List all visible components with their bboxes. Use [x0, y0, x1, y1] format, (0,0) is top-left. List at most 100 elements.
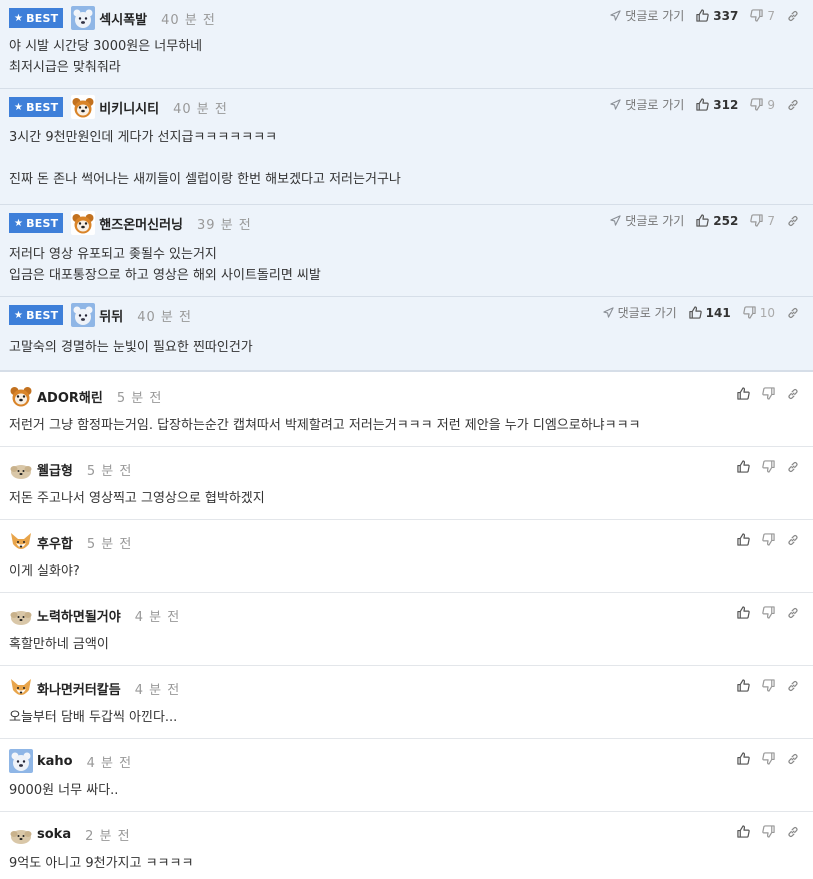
best-label: BEST: [26, 308, 59, 322]
upvote-button[interactable]: 337: [696, 9, 738, 23]
link-icon[interactable]: [787, 461, 799, 473]
nickname[interactable]: soka: [37, 827, 71, 842]
nickname[interactable]: 노력하면될거야: [37, 606, 121, 625]
thumbs-down-icon[interactable]: [762, 752, 775, 765]
comment-text: 저돈 주고나서 영상찍고 그영상으로 협박하겠지: [9, 491, 265, 506]
comment: 화나면커터칼듬 4 분 전 오늘부터 담배 두갑씩 아낀다...: [0, 666, 813, 739]
link-icon[interactable]: [787, 680, 799, 692]
avatar[interactable]: [9, 457, 33, 481]
thumbs-down-icon[interactable]: [762, 679, 775, 692]
nickname[interactable]: 화나면커터칼듬: [37, 679, 121, 698]
go-to-comment-label: 댓글로 가기: [617, 306, 677, 320]
thumbs-up-icon[interactable]: [737, 752, 750, 765]
star-icon: ★: [14, 101, 24, 113]
thumbs-up-icon: [696, 214, 710, 227]
upvote-button[interactable]: 141: [688, 306, 731, 320]
link-icon[interactable]: [787, 826, 799, 838]
comment-header: 화나면커터칼듬 4 분 전: [9, 676, 180, 700]
best-comment: ★ BEST 비키니시티 40 분 전 댓글로 가기 312 9 3시간 9천만원인데 게다가…: [0, 89, 813, 205]
upvote-button[interactable]: 252: [696, 214, 738, 228]
best-badge: ★ BEST: [9, 8, 64, 28]
go-to-comment-label: 댓글로 가기: [625, 9, 685, 23]
nickname[interactable]: kaho: [37, 754, 73, 769]
comment: kaho 4 분 전 9000원 너무 싸다..: [0, 739, 813, 812]
nickname[interactable]: 웰급형: [37, 460, 73, 479]
avatar[interactable]: [71, 211, 96, 235]
link-icon[interactable]: [787, 534, 799, 546]
comment-actions: [725, 679, 799, 692]
thumbs-down-icon[interactable]: [762, 825, 775, 838]
link-icon[interactable]: [787, 607, 799, 619]
thumbs-down-icon[interactable]: [762, 533, 775, 546]
thumbs-down-icon: [742, 306, 756, 319]
thumbs-up-icon[interactable]: [737, 387, 750, 400]
thumbs-up-icon[interactable]: [737, 460, 750, 473]
go-to-comment-link[interactable]: 댓글로 가기: [610, 96, 684, 113]
downvote-button[interactable]: 7: [750, 214, 775, 228]
comment-header: ★ BEST 뒤뒤 40 분 전: [9, 303, 192, 327]
go-to-comment-link[interactable]: 댓글로 가기: [603, 304, 677, 321]
comment-text: 3시간 9천만원인데 게다가 선지급ㅋㅋㅋㅋㅋㅋㅋ 진짜 돈 존나 썩어나는 새…: [9, 130, 401, 187]
comment-header: 후우합 5 분 전: [9, 530, 132, 554]
best-label: BEST: [26, 100, 59, 114]
link-icon[interactable]: [787, 99, 799, 111]
thumbs-up-icon[interactable]: [737, 533, 750, 546]
comment-actions: 댓글로 가기 312 9: [598, 96, 799, 113]
timestamp: 39 분 전: [197, 217, 252, 233]
thumbs-down-icon[interactable]: [762, 387, 775, 400]
best-comment: ★ BEST 섹시폭발 40 분 전 댓글로 가기 337 7 야 시발 시간당 3000원은…: [0, 0, 813, 89]
downvote-button[interactable]: 7: [750, 9, 775, 23]
best-badge: ★ BEST: [9, 97, 64, 117]
thumbs-down-icon: [750, 98, 764, 111]
thumbs-up-icon[interactable]: [737, 825, 750, 838]
comment-actions: [725, 606, 799, 619]
link-icon[interactable]: [787, 215, 799, 227]
timestamp: 5 분 전: [86, 463, 133, 479]
comment-text: 9억도 아니고 9천가지고 ㅋㅋㅋㅋ: [9, 856, 194, 871]
comment-actions: [725, 460, 799, 473]
downvote-count: 10: [759, 305, 775, 320]
link-icon[interactable]: [787, 753, 799, 765]
best-label: BEST: [26, 216, 59, 230]
avatar[interactable]: [9, 530, 33, 554]
avatar[interactable]: [9, 822, 33, 846]
upvote-button[interactable]: 312: [696, 98, 738, 112]
comment-actions: [725, 387, 799, 400]
comment-text: 저런거 그냥 함정파는거임. 답장하는순간 캡쳐따서 박제할려고 저러는거ㅋㅋㅋ…: [9, 418, 641, 433]
nickname[interactable]: 핸즈온머신러닝: [99, 214, 183, 233]
link-icon[interactable]: [787, 307, 799, 319]
go-to-comment-link[interactable]: 댓글로 가기: [610, 212, 684, 229]
avatar[interactable]: [9, 603, 33, 627]
send-icon: [610, 215, 625, 226]
thumbs-down-icon[interactable]: [762, 460, 775, 473]
avatar[interactable]: [9, 676, 33, 700]
thumbs-down-icon: [750, 214, 764, 227]
nickname[interactable]: 비키니시티: [99, 98, 159, 117]
downvote-button[interactable]: 9: [750, 98, 775, 112]
nickname[interactable]: 섹시폭발: [99, 9, 147, 28]
nickname[interactable]: ADOR해린: [37, 387, 103, 406]
avatar[interactable]: [9, 749, 33, 773]
thumbs-up-icon: [688, 306, 702, 319]
comment-header: ★ BEST 비키니시티 40 분 전: [9, 95, 228, 119]
comment-actions: [725, 825, 799, 838]
link-icon[interactable]: [787, 388, 799, 400]
avatar[interactable]: [71, 95, 96, 119]
avatar[interactable]: [71, 303, 96, 327]
thumbs-up-icon[interactable]: [737, 606, 750, 619]
downvote-count: 7: [767, 8, 775, 23]
link-icon[interactable]: [787, 10, 799, 22]
avatar[interactable]: [71, 6, 96, 30]
go-to-comment-link[interactable]: 댓글로 가기: [610, 7, 684, 24]
comment-actions: [725, 752, 799, 765]
nickname[interactable]: 후우합: [37, 533, 73, 552]
nickname[interactable]: 뒤뒤: [99, 306, 123, 325]
thumbs-up-icon[interactable]: [737, 679, 750, 692]
best-label: BEST: [26, 11, 59, 25]
timestamp: 2 분 전: [85, 828, 131, 844]
timestamp: 4 분 전: [86, 755, 133, 771]
downvote-button[interactable]: 10: [742, 305, 775, 320]
thumbs-down-icon[interactable]: [762, 606, 775, 619]
avatar[interactable]: [9, 384, 33, 408]
thumbs-up-icon: [696, 9, 710, 22]
